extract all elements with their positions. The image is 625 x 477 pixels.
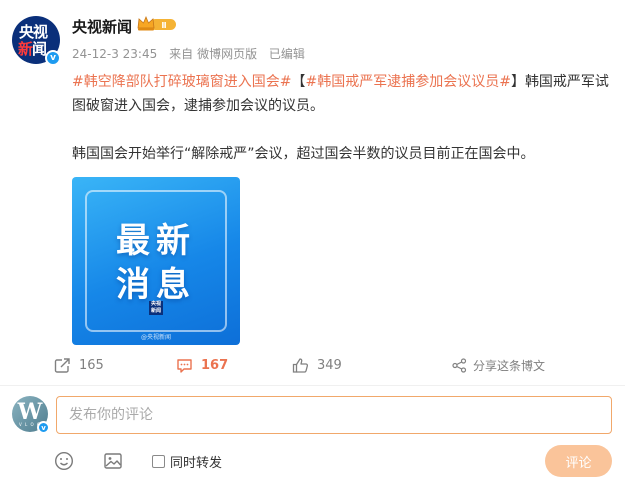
- post-image[interactable]: 最新 消息 央视新闻 @央视新闻: [72, 177, 240, 345]
- author-name[interactable]: 央视新闻: [72, 16, 132, 37]
- post-source: 微博网页版: [197, 47, 258, 61]
- hashtag-link[interactable]: #韩空降部队打碎玻璃窗进入国会#: [72, 74, 291, 90]
- like-button[interactable]: 349: [292, 352, 342, 378]
- section-divider: [0, 385, 625, 386]
- image-watermark: @央视新闻: [140, 334, 171, 341]
- comment-count: 167: [201, 357, 229, 373]
- bracket-open: 【: [291, 74, 306, 90]
- comment-button[interactable]: 167: [176, 352, 228, 378]
- repost-icon: [54, 357, 70, 373]
- edited-label[interactable]: 已编辑: [269, 47, 305, 61]
- share-button[interactable]: 分享这条博文: [452, 352, 545, 378]
- post-content: #韩空降部队打碎玻璃窗进入国会#【#韩国戒严军逮捕参加会议议员#】韩国戒严军试图…: [72, 70, 612, 166]
- post-meta: 24-12-3 23:45 来自 微博网页版 已编辑: [72, 45, 313, 62]
- crown-icon[interactable]: Ⅱ: [136, 15, 176, 33]
- comment-input[interactable]: [56, 396, 612, 434]
- avatar-text-bottom-left: 新: [18, 40, 33, 58]
- action-bar: 165 167 349 分享这条博文: [0, 352, 625, 378]
- share-label: 分享这条博文: [473, 358, 546, 373]
- repost-button[interactable]: 165: [54, 352, 104, 378]
- like-icon: [292, 357, 309, 373]
- member-badge-label: Ⅱ: [161, 21, 166, 30]
- image-text-line1: 最新: [116, 221, 196, 261]
- image-logo: 央视新闻: [149, 301, 163, 315]
- repost-count: 165: [79, 357, 104, 373]
- share-icon: [452, 357, 467, 373]
- post-timestamp[interactable]: 24-12-3 23:45: [72, 47, 157, 61]
- post-paragraph-1: #韩空降部队打碎玻璃窗进入国会#【#韩国戒严军逮捕参加会议议员#】韩国戒严军试图…: [72, 70, 612, 118]
- source-prefix: 来自: [169, 47, 194, 61]
- image-text-line2: 消息: [116, 265, 196, 305]
- like-count: 349: [317, 357, 342, 373]
- emoji-icon[interactable]: [53, 450, 75, 472]
- repost-checkbox[interactable]: 同时转发: [152, 452, 222, 471]
- checkbox-box[interactable]: [152, 455, 165, 468]
- submit-comment-button[interactable]: 评论: [545, 445, 612, 477]
- avatar-text-bottom-right: 闻: [32, 40, 47, 58]
- hashtag-link[interactable]: #韩国戒严军逮捕参加会议议员#: [305, 74, 510, 90]
- image-icon[interactable]: [102, 450, 124, 472]
- repost-checkbox-label: 同时转发: [170, 456, 223, 471]
- avatar-text-bottom: 新闻: [18, 40, 47, 58]
- verified-icon: v: [45, 50, 61, 66]
- post-paragraph-2: 韩国国会开始举行“解除戒严”会议，超过国会半数的议员目前正在国会中。: [72, 146, 535, 162]
- bracket-close: 】: [510, 74, 525, 90]
- verified-icon: v: [37, 421, 50, 434]
- comment-icon: [177, 358, 192, 373]
- avatar-text-top: 央视: [19, 23, 48, 41]
